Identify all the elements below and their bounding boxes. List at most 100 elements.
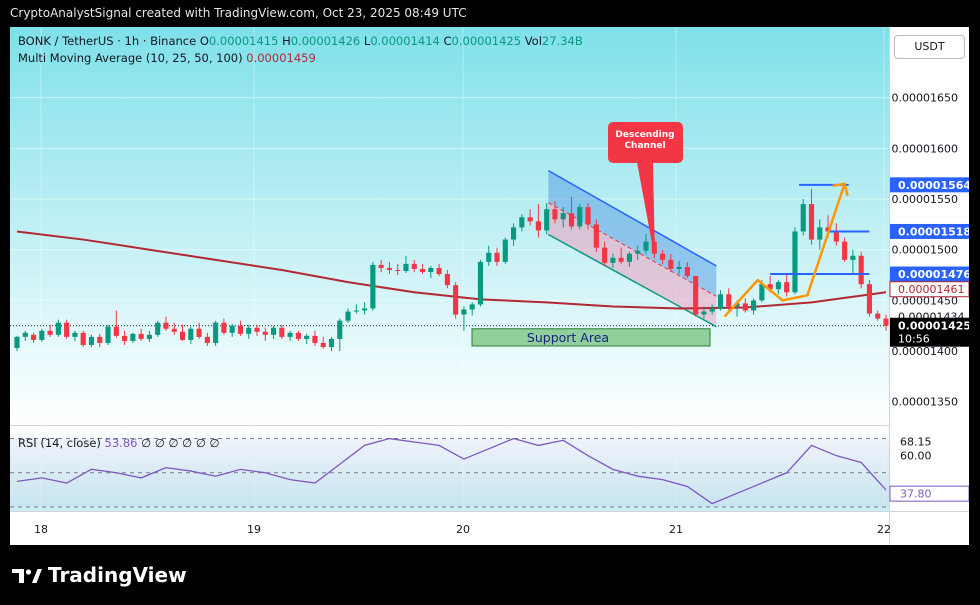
ohlc-open: O0.00001415: [199, 34, 279, 48]
candle-body: [817, 227, 823, 240]
candle-body: [453, 285, 459, 315]
candle-body: [635, 250, 641, 254]
candle-body: [494, 252, 500, 262]
candle-body: [179, 331, 186, 340]
candle: [213, 320, 219, 346]
candle-body: [370, 264, 376, 309]
candle-body: [270, 327, 277, 335]
candle-body: [610, 257, 616, 263]
candle-body: [362, 308, 368, 311]
chart-frame[interactable]: Descending Channel Support Area 0.00001650…: [10, 27, 969, 545]
symbol-legend: BONK / TetherUS · 1h · Binance O0.000014…: [18, 34, 583, 48]
candle-body: [775, 282, 781, 290]
candle-body: [97, 336, 103, 343]
candle-body: [726, 294, 732, 307]
candle-body: [858, 255, 864, 285]
candle-body: [320, 342, 326, 347]
candle-body: [477, 261, 484, 305]
candle-body: [411, 263, 417, 269]
time-axis[interactable]: 18 19 20 21 22: [34, 523, 891, 536]
candle-body: [626, 253, 633, 262]
candle-body: [866, 284, 873, 314]
tradingview-logo: TradingView: [12, 563, 187, 587]
candle-body: [386, 267, 392, 270]
symbol-name[interactable]: BONK / TetherUS · 1h · Binance: [18, 34, 196, 48]
candle-body: [535, 221, 541, 231]
candle-body: [163, 322, 169, 329]
candle-body: [643, 241, 649, 251]
callout-text: Channel: [624, 141, 665, 151]
candle: [858, 251, 864, 289]
candle-body: [759, 284, 765, 301]
time-tick-label: 22: [877, 523, 891, 536]
candle: [453, 282, 459, 319]
candle-body: [676, 266, 682, 269]
candle-body: [113, 326, 119, 336]
candle: [866, 280, 873, 317]
candle-body: [213, 322, 219, 343]
candle-body: [419, 268, 426, 272]
candle-body: [337, 320, 343, 339]
candle-body: [328, 338, 335, 347]
candle: [80, 330, 86, 347]
time-tick-label: 21: [669, 523, 683, 536]
candle-body: [461, 309, 467, 315]
candle-body: [14, 336, 20, 349]
candle-body: [717, 294, 724, 309]
candle-body: [221, 322, 227, 333]
countdown-text: 10:56: [898, 333, 930, 346]
chart-header: CryptoAnalystSignal created with Trading…: [10, 6, 467, 20]
candle-body: [668, 259, 674, 269]
candle-body: [171, 328, 177, 332]
candle-body: [229, 325, 235, 333]
rsi-tick-label: 68.15: [900, 436, 932, 449]
ma-label: Multi Moving Average (10, 25, 50, 100): [18, 51, 243, 65]
candle-body: [155, 322, 161, 335]
candle-body: [751, 300, 757, 311]
candle-body: [295, 332, 301, 339]
candle-body: [602, 247, 608, 263]
candle-body: [519, 217, 525, 228]
rsi-label: RSI (14, close): [18, 436, 101, 450]
ohlc-low: L0.00001414: [363, 34, 440, 48]
candle: [155, 320, 161, 337]
candle-body: [262, 331, 268, 335]
rsi-tick-label: 60.00: [900, 450, 932, 463]
time-tick-label: 18: [34, 523, 48, 536]
candle-body: [188, 328, 194, 340]
tradingview-brand: TradingView: [48, 563, 187, 587]
rsi-axis: 68.1560.00 37.80: [889, 436, 969, 502]
rsi-legend[interactable]: RSI (14, close) 53.86 ∅ ∅ ∅ ∅ ∅ ∅: [18, 436, 220, 450]
chart-canvas[interactable]: DescendingChannel Support Area 0.00001650…: [10, 27, 969, 545]
ohlc-close: C0.00001425: [443, 34, 522, 48]
price-label-text: 0.00001518: [898, 225, 969, 238]
candle-body: [254, 327, 260, 332]
candle: [105, 324, 111, 345]
candle: [477, 259, 484, 307]
candle-body: [146, 334, 152, 339]
ma-value: 0.00001459: [246, 51, 316, 65]
candle-body: [486, 252, 492, 262]
tradingview-mark-icon: [12, 566, 42, 584]
candle-body: [39, 330, 45, 340]
price-label-text: 0.00001425: [898, 320, 969, 333]
time-tick-label: 20: [456, 523, 470, 536]
ma-legend[interactable]: Multi Moving Average (10, 25, 50, 100) 0…: [18, 51, 316, 65]
candle-body: [511, 227, 517, 240]
candle-body: [72, 332, 78, 337]
rsi-tick-label: 37.80: [900, 488, 932, 501]
candle-body: [428, 267, 434, 272]
currency-selector[interactable]: USDT: [894, 35, 965, 59]
candle-body: [80, 332, 86, 345]
candle-body: [345, 311, 351, 321]
candle-body: [502, 239, 508, 262]
candle-body: [693, 276, 699, 315]
price-axis[interactable]: 0.00001650 0.00001600 0.00001550 0.00001500…: [889, 92, 969, 409]
candle-body: [353, 310, 359, 312]
price-tick-label: 0.00001650: [892, 92, 958, 105]
candle-body: [784, 282, 790, 293]
candle-body: [122, 335, 128, 341]
candle: [800, 199, 806, 236]
rsi-value: 53.86: [104, 436, 138, 450]
candle-body: [436, 267, 442, 275]
